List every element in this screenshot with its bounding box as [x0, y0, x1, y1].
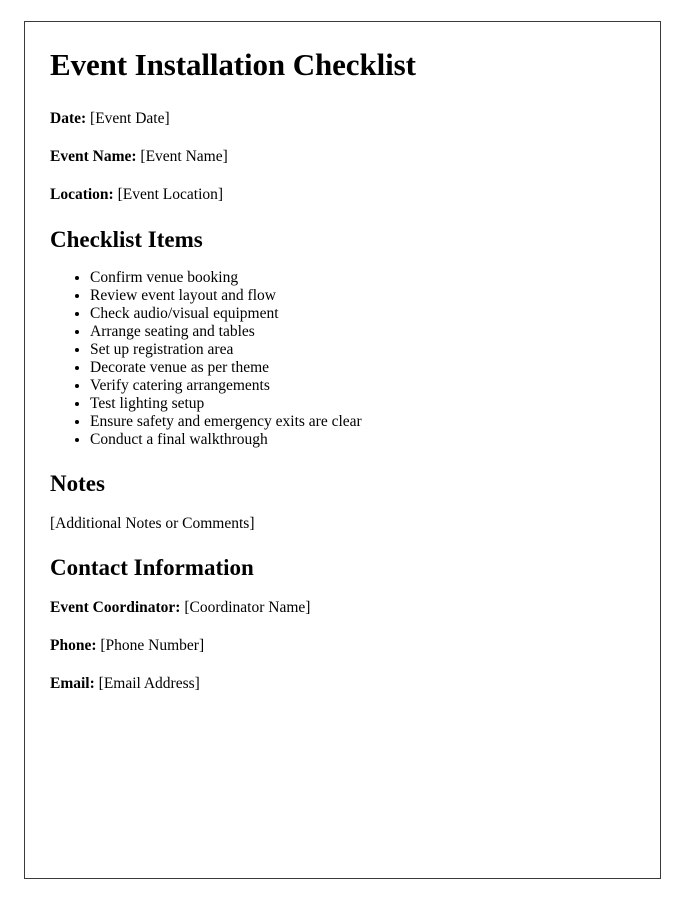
section-heading-contact-information: Contact Information [50, 555, 254, 581]
checklist-section: Checklist Items Confirm venue booking Re… [50, 227, 638, 449]
contact-information-section: Contact Information Event Coordinator: [… [50, 555, 638, 694]
list-item: Review event layout and flow [90, 287, 638, 305]
section-heading-notes: Notes [50, 471, 105, 497]
contact-value-phone: [Phone Number] [100, 636, 205, 654]
document-page-border: Event Installation Checklist Date: [Even… [24, 21, 661, 879]
contact-field-email: Email: [Email Address] [50, 674, 638, 693]
meta-label-location: Location: [50, 186, 114, 204]
list-item: Test lighting setup [90, 395, 638, 413]
list-item: Decorate venue as per theme [90, 359, 638, 377]
meta-label-date: Date: [50, 109, 87, 127]
list-item: Conduct a final walkthrough [90, 431, 638, 449]
meta-value-location: [Event Location] [117, 186, 224, 204]
meta-field-event-name: Event Name: [Event Name] [50, 147, 638, 166]
checklist-list: Confirm venue booking Review event layou… [50, 269, 638, 449]
contact-label-phone: Phone: [50, 636, 97, 654]
contact-value-email: [Email Address] [98, 675, 200, 693]
meta-field-date: Date: [Event Date] [50, 109, 638, 128]
list-item: Confirm venue booking [90, 269, 638, 287]
notes-placeholder-text: [Additional Notes or Comments] [50, 514, 255, 532]
section-heading-checklist-items: Checklist Items [50, 226, 203, 252]
meta-label-event-name: Event Name: [50, 148, 137, 166]
contact-value-event-coordinator: [Coordinator Name] [184, 598, 311, 616]
list-item: Set up registration area [90, 341, 638, 359]
list-item: Check audio/visual equipment [90, 305, 638, 323]
contact-label-email: Email: [50, 675, 95, 693]
notes-section: Notes [Additional Notes or Comments] [50, 471, 638, 533]
meta-value-date: [Event Date] [90, 109, 170, 127]
event-meta-block: Date: [Event Date] Event Name: [Event Na… [50, 109, 638, 205]
contact-field-phone: Phone: [Phone Number] [50, 636, 638, 655]
list-item: Arrange seating and tables [90, 323, 638, 341]
meta-value-event-name: [Event Name] [140, 148, 228, 166]
list-item: Verify catering arrangements [90, 377, 638, 395]
list-item: Ensure safety and emergency exits are cl… [90, 413, 638, 431]
document-body: Event Installation Checklist Date: [Even… [50, 47, 638, 713]
contact-label-event-coordinator: Event Coordinator: [50, 598, 181, 616]
contact-field-event-coordinator: Event Coordinator: [Coordinator Name] [50, 598, 638, 617]
meta-field-location: Location: [Event Location] [50, 185, 638, 204]
page-title: Event Installation Checklist [50, 47, 416, 82]
